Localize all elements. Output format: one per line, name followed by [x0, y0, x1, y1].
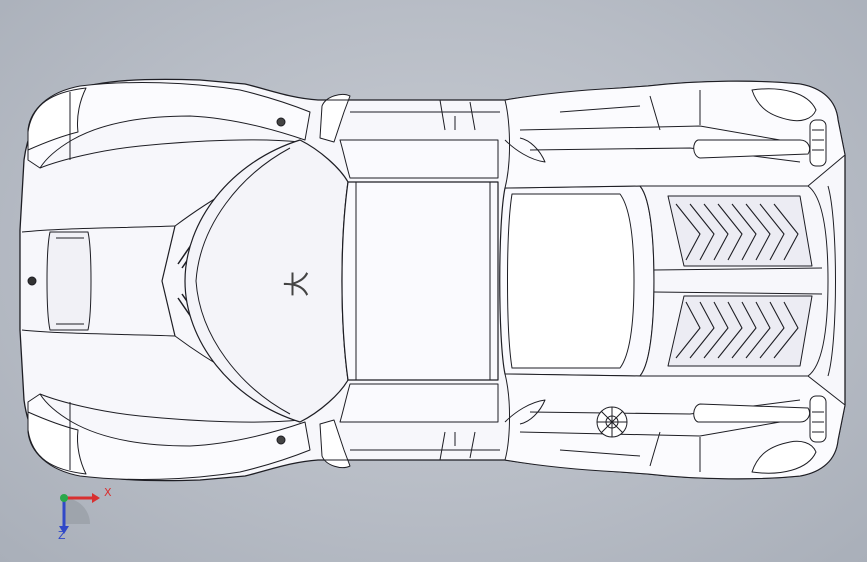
rear-wheel-fan-icon [596, 406, 628, 438]
engine-window [507, 193, 635, 369]
z-axis-label: Z [58, 529, 66, 542]
x-axis-arrowhead [92, 493, 100, 503]
exhaust-left [809, 119, 827, 167]
graphics-viewport[interactable]: 大 X Z [0, 0, 867, 562]
front-emblem-icon [27, 276, 37, 286]
y-axis-dot [60, 494, 68, 502]
hood-logo: 大 [283, 271, 313, 297]
exhaust-right [809, 395, 827, 443]
window-left [339, 139, 499, 179]
x-axis-label: X [104, 486, 112, 499]
front-intake [46, 231, 92, 331]
axis-triad [59, 493, 100, 534]
window-right [339, 383, 499, 423]
triad-shadow [64, 498, 90, 524]
engine-vent-top [667, 195, 813, 267]
fastener-icon [276, 435, 286, 445]
fastener-icon [276, 117, 286, 127]
car-model[interactable]: 大 [0, 0, 867, 562]
roof [341, 181, 499, 381]
engine-vent-bottom [667, 295, 813, 367]
